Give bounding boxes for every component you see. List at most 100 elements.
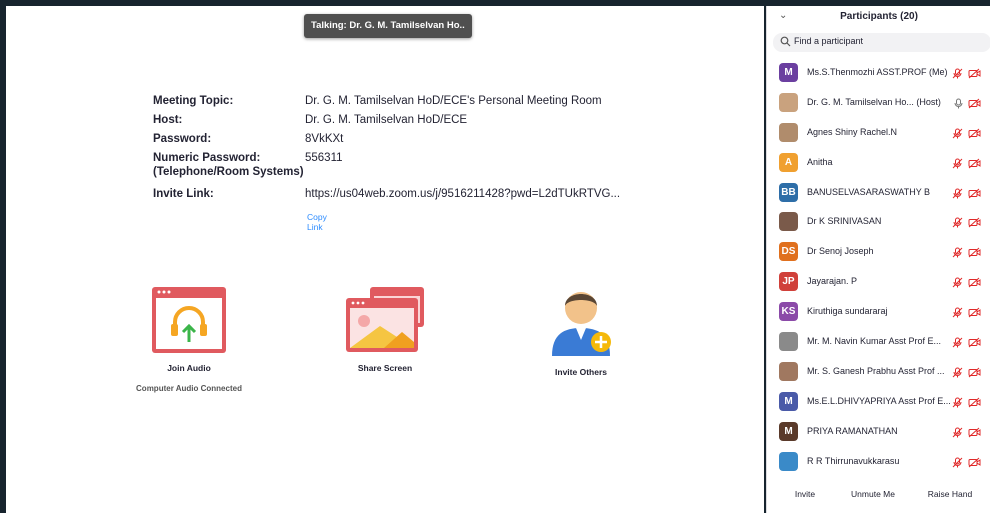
raise-hand-button[interactable]: Raise Hand — [919, 484, 981, 504]
avatar — [779, 332, 798, 352]
meeting-topic-value: Dr. G. M. Tamilselvan HoD/ECE's Personal… — [305, 95, 602, 107]
host-label: Host: — [153, 114, 183, 126]
avatar: KS — [779, 302, 798, 322]
participant-name: Ms.E.L.DHIVYAPRIYA Asst Prof E... — [807, 395, 951, 406]
invite-link-label: Invite Link: — [153, 188, 214, 200]
microphone-muted-icon[interactable] — [952, 156, 963, 174]
participant-name: R R Thirrunavukkarasu — [807, 455, 900, 466]
meeting-main-area: Talking: Dr. G. M. Tamilselvan Ho.. Meet… — [6, 6, 764, 513]
participant-row[interactable]: BB BANUSELVASARASWATHY B — [767, 178, 990, 208]
computer-audio-status: Computer Audio Connected — [136, 384, 242, 393]
microphone-muted-icon[interactable] — [952, 425, 963, 443]
participant-name: Dr Senoj Joseph — [807, 246, 874, 257]
participant-row[interactable]: Mr. S. Ganesh Prabhu Asst Prof ... — [767, 357, 990, 387]
microphone-muted-icon[interactable] — [952, 395, 963, 413]
participant-row[interactable]: Mr. M. Navin Kumar Asst Prof E... — [767, 327, 990, 357]
video-off-icon[interactable] — [968, 455, 981, 473]
video-off-icon[interactable] — [968, 395, 981, 413]
join-audio-icon — [152, 287, 226, 353]
invite-button[interactable]: Invite — [781, 484, 829, 504]
microphone-muted-icon[interactable] — [952, 126, 963, 144]
avatar — [779, 92, 798, 112]
numeric-password-sublabel: (Telephone/Room Systems) — [153, 166, 304, 178]
invite-others-button[interactable]: Invite Others — [516, 282, 646, 377]
participant-name: Jayarajan. P — [807, 276, 858, 287]
video-off-icon[interactable] — [968, 126, 981, 144]
microphone-muted-icon[interactable] — [952, 245, 963, 263]
host-value: Dr. G. M. Tamilselvan HoD/ECE — [305, 114, 468, 126]
participant-row[interactable]: M Ms.E.L.DHIVYAPRIYA Asst Prof E... — [767, 387, 990, 417]
participant-name: Agnes Shiny Rachel.N — [807, 126, 898, 137]
share-screen-label: Share Screen — [357, 363, 413, 373]
talking-indicator: Talking: Dr. G. M. Tamilselvan Ho.. — [304, 14, 472, 38]
video-off-icon[interactable] — [968, 425, 981, 443]
meeting-topic-label: Meeting Topic: — [153, 95, 234, 107]
numeric-password-value: 556311 — [305, 152, 343, 164]
participant-name: PRIYA RAMANATHAN — [807, 425, 898, 436]
video-off-icon[interactable] — [968, 186, 981, 204]
participant-row[interactable]: Dr K SRINIVASAN — [767, 207, 990, 237]
participants-panel: ⌄ Participants (20) Find a participant M… — [766, 6, 990, 513]
video-off-icon[interactable] — [968, 215, 981, 233]
participant-name: Anitha — [807, 156, 833, 167]
participant-row[interactable]: Agnes Shiny Rachel.N — [767, 118, 990, 148]
avatar — [779, 361, 798, 381]
avatar — [779, 451, 798, 471]
share-screen-button[interactable]: Share Screen — [320, 286, 450, 373]
video-off-icon[interactable] — [968, 96, 981, 114]
participant-row[interactable]: Dr. G. M. Tamilselvan Ho... (Host) — [767, 88, 990, 118]
share-screen-icon — [346, 287, 424, 352]
avatar: M — [779, 63, 798, 82]
microphone-icon[interactable] — [953, 96, 964, 114]
participant-name: Mr. M. Navin Kumar Asst Prof E... — [807, 336, 942, 347]
password-value: 8VkKXt — [305, 133, 344, 145]
participant-row[interactable]: R R Thirrunavukkarasu — [767, 447, 990, 477]
microphone-muted-icon[interactable] — [952, 275, 963, 293]
join-audio-button[interactable]: Join Audio — [124, 286, 254, 373]
numeric-password-label: Numeric Password: — [153, 152, 261, 164]
microphone-muted-icon[interactable] — [952, 66, 963, 84]
avatar: M — [779, 391, 798, 411]
participant-row[interactable]: M Ms.S.Thenmozhi ASST.PROF (Me) — [767, 58, 990, 88]
participant-row[interactable]: A Anitha — [767, 148, 990, 178]
participant-list: M Ms.S.Thenmozhi ASST.PROF (Me) Dr. G. M. … — [767, 58, 990, 476]
unmute-me-button[interactable]: Unmute Me — [843, 484, 903, 504]
password-label: Password: — [153, 133, 212, 145]
participant-row[interactable]: DS Dr Senoj Joseph — [767, 237, 990, 267]
microphone-muted-icon[interactable] — [952, 365, 963, 383]
avatar: BB — [779, 182, 798, 202]
search-icon — [780, 36, 791, 47]
video-off-icon[interactable] — [968, 245, 981, 263]
join-audio-label: Join Audio — [167, 363, 211, 373]
avatar — [779, 212, 798, 232]
participant-search-input[interactable]: Find a participant — [773, 33, 990, 52]
avatar: JP — [779, 272, 798, 292]
participant-name: Dr K SRINIVASAN — [807, 216, 882, 227]
video-off-icon[interactable] — [968, 305, 981, 323]
invite-others-icon — [552, 292, 611, 356]
microphone-muted-icon[interactable] — [952, 455, 963, 473]
participant-name: Mr. S. Ganesh Prabhu Asst Prof ... — [807, 365, 945, 376]
video-off-icon[interactable] — [968, 275, 981, 293]
video-off-icon[interactable] — [968, 335, 981, 353]
search-placeholder: Find a participant — [794, 36, 864, 46]
copy-link-button[interactable]: Copy Link — [307, 212, 327, 232]
microphone-muted-icon[interactable] — [952, 305, 963, 323]
video-off-icon[interactable] — [968, 365, 981, 383]
participant-row[interactable]: JP Jayarajan. P — [767, 267, 990, 297]
participant-row[interactable]: KS Kiruthiga sundararaj — [767, 297, 990, 327]
microphone-muted-icon[interactable] — [952, 335, 963, 353]
avatar — [779, 122, 798, 142]
microphone-muted-icon[interactable] — [952, 215, 963, 233]
invite-link-value[interactable]: https://us04web.zoom.us/j/9516211428?pwd… — [305, 188, 620, 200]
participants-title: Participants (20) — [840, 11, 918, 22]
avatar: DS — [779, 242, 798, 262]
video-off-icon[interactable] — [968, 156, 981, 174]
participant-name: Dr. G. M. Tamilselvan Ho... (Host) — [807, 96, 941, 107]
microphone-muted-icon[interactable] — [952, 186, 963, 204]
avatar: A — [779, 152, 798, 172]
participant-name: Kiruthiga sundararaj — [807, 306, 888, 317]
participant-row[interactable]: M PRIYA RAMANATHAN — [767, 417, 990, 447]
participant-name: Ms.S.Thenmozhi ASST.PROF (Me) — [807, 67, 948, 77]
video-off-icon[interactable] — [968, 66, 981, 84]
